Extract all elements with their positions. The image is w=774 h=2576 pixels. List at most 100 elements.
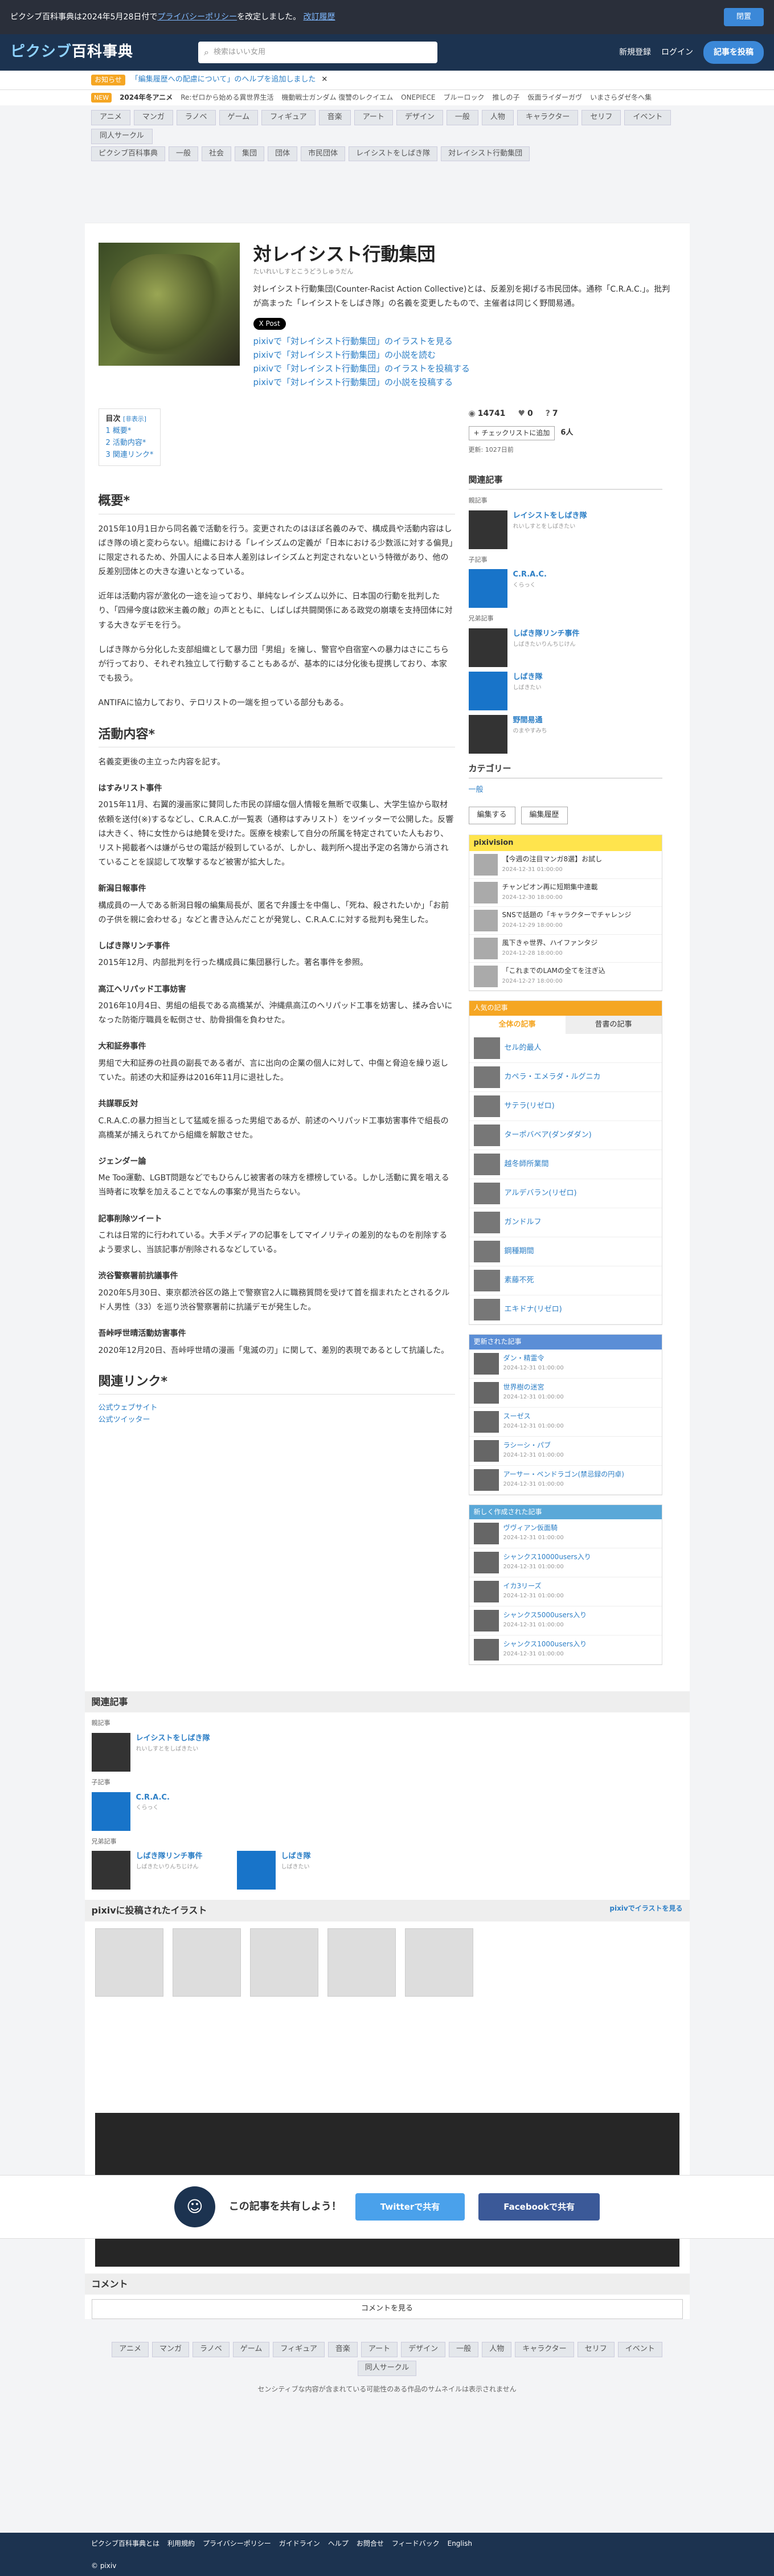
- footer-link[interactable]: フィードバック: [392, 2538, 440, 2549]
- related-item[interactable]: C.R.A.C. くらっく: [91, 1792, 683, 1831]
- x-post-button[interactable]: X Post: [253, 317, 286, 330]
- category-tab[interactable]: 一般: [446, 109, 478, 125]
- tab-all[interactable]: 全体の記事: [469, 1015, 566, 1035]
- illust-more-link[interactable]: pixivでイラストを見る: [609, 1903, 682, 1918]
- search-box[interactable]: ⌕ 検索はいい女用: [198, 42, 437, 63]
- external-link[interactable]: 公式ウェブサイト: [99, 1404, 158, 1412]
- search-input[interactable]: 検索はいい女用: [214, 47, 265, 59]
- category-tab[interactable]: 音楽: [318, 109, 351, 125]
- popular-item[interactable]: アルデバラン(リゼロ): [469, 1179, 662, 1209]
- pixivision-item[interactable]: 風下きゃ世界、ハイファンタジ 2024-12-28 18:00:00: [469, 935, 662, 963]
- category-tab[interactable]: 音楽: [327, 2342, 358, 2357]
- footer-link[interactable]: ピクシブ百科事典とは: [91, 2538, 159, 2549]
- popular-item[interactable]: サテラ(リゼロ): [469, 1092, 662, 1122]
- facebook-share-button[interactable]: Facebookで共有: [478, 2193, 600, 2221]
- new-item[interactable]: シャンクス10000users入り 2024-12-31 01:00:00: [469, 1548, 662, 1577]
- privacy-policy-link[interactable]: プライバシーポリシー: [157, 13, 237, 22]
- trend-item[interactable]: ブルーロック: [444, 92, 485, 103]
- popular-item[interactable]: セル的最人: [469, 1034, 662, 1064]
- category-tab[interactable]: 人物: [482, 2342, 512, 2357]
- category-tab[interactable]: ゲーム: [232, 2342, 270, 2357]
- trend-item[interactable]: いまさらダゼ冬へ集: [590, 92, 652, 103]
- category-tab[interactable]: アニメ: [112, 2342, 149, 2357]
- site-logo[interactable]: ピクシブ百科事典: [10, 40, 198, 64]
- related-item[interactable]: 野間易通 のまやすみち: [468, 715, 662, 754]
- external-link[interactable]: 公式ツイッター: [99, 1416, 150, 1424]
- close-icon[interactable]: ✕: [321, 74, 327, 86]
- like-count[interactable]: ♥ 0: [518, 407, 533, 420]
- popular-item[interactable]: 鋼種期間: [469, 1237, 662, 1267]
- pixiv-link[interactable]: pixivで「対レイシスト行動集団」の小説を読む: [253, 348, 676, 362]
- pixiv-link[interactable]: pixivで「対レイシスト行動集団」のイラストを投稿する: [253, 362, 676, 375]
- pixivision-item[interactable]: 【今週の注目マンガ8選】お試し 2024-12-31 01:00:00: [469, 851, 662, 880]
- popular-item[interactable]: 素藤不死: [469, 1266, 662, 1296]
- updated-item[interactable]: スーゼス 2024-12-31 01:00:00: [469, 1408, 662, 1437]
- question-count[interactable]: ? 7: [546, 407, 558, 420]
- category-tab[interactable]: フィギュア: [273, 2342, 325, 2357]
- popular-item[interactable]: エキドナ(リゼロ): [469, 1295, 662, 1325]
- trend-item[interactable]: 機動戦士ガンダム 復讐のレクイエム: [281, 92, 393, 103]
- category-tab[interactable]: キャラクター: [515, 2342, 574, 2357]
- breadcrumb-item[interactable]: 集団: [235, 146, 265, 162]
- category-tab[interactable]: ゲーム: [219, 109, 259, 125]
- new-item[interactable]: シャンクス5000users入り 2024-12-31 01:00:00: [469, 1606, 662, 1635]
- category-tab[interactable]: アート: [354, 109, 393, 125]
- category-tab[interactable]: アート: [361, 2342, 398, 2357]
- twitter-share-button[interactable]: Twitterで共有: [355, 2193, 465, 2221]
- related-item[interactable]: しばき隊リンチ事件 しばきたいりんちじけん: [468, 628, 662, 668]
- category-tab[interactable]: 同人サークル: [91, 128, 153, 144]
- related-item[interactable]: C.R.A.C. くらっく: [468, 569, 662, 608]
- pixivision-item[interactable]: SNSで話題の「キャラクターでチャレンジ 2024-12-29 18:00:00: [469, 907, 662, 935]
- trend-item[interactable]: Re:ゼロから始める異世界生活: [181, 92, 273, 103]
- footer-link[interactable]: ガイドライン: [279, 2538, 320, 2549]
- history-link[interactable]: 改訂履歴: [304, 13, 335, 22]
- category-tab[interactable]: マンガ: [152, 2342, 190, 2357]
- category-tab[interactable]: アニメ: [91, 109, 130, 125]
- category-tab[interactable]: ラノベ: [176, 109, 216, 125]
- popular-item[interactable]: ターポバベア(ダンダダン): [469, 1121, 662, 1151]
- category-tab[interactable]: デザイン: [401, 2342, 446, 2357]
- new-item[interactable]: ヴヴィアン仮面騎 2024-12-31 01:00:00: [469, 1519, 662, 1548]
- category-tab[interactable]: 人物: [481, 109, 514, 125]
- category-tab[interactable]: セリフ: [577, 2342, 615, 2357]
- footer-link[interactable]: 利用規約: [167, 2538, 195, 2549]
- breadcrumb-item[interactable]: 一般: [169, 146, 199, 162]
- footer-link[interactable]: お問合せ: [357, 2538, 384, 2549]
- category-tab[interactable]: イベント: [617, 2342, 662, 2357]
- category-link[interactable]: 一般: [469, 786, 484, 794]
- popular-item[interactable]: カペラ・エメラダ・ルグニカ: [469, 1063, 662, 1093]
- breadcrumb-item[interactable]: 対レイシスト行動集団: [441, 146, 530, 162]
- related-item[interactable]: しばき隊 しばきたい: [468, 672, 662, 711]
- related-item[interactable]: レイシストをしばき隊 れいしすとをしばきたい: [91, 1733, 683, 1772]
- category-tab[interactable]: セリフ: [581, 109, 621, 125]
- category-tab[interactable]: ラノベ: [193, 2342, 230, 2357]
- notice-link[interactable]: 「編集履歴への配慮について」のヘルプを追加しました: [131, 74, 316, 86]
- toc-item[interactable]: 1 概要*: [106, 427, 132, 435]
- new-item[interactable]: シャンクス1000users入り 2024-12-31 01:00:00: [469, 1635, 662, 1665]
- close-announcement-button[interactable]: 閉置: [723, 7, 764, 27]
- updated-item[interactable]: 世界樹の迷宮 2024-12-31 01:00:00: [469, 1379, 662, 1408]
- illust-thumb[interactable]: [172, 1928, 241, 1997]
- popular-item[interactable]: ガンドルフ: [469, 1208, 662, 1238]
- illust-thumb[interactable]: [404, 1928, 473, 1997]
- toc-item[interactable]: 2 活動内容*: [106, 439, 146, 447]
- updated-item[interactable]: ダン・精霊令 2024-12-31 01:00:00: [469, 1350, 662, 1379]
- history-button[interactable]: 編集履歴: [521, 806, 568, 824]
- signup-link[interactable]: 新規登録: [619, 46, 651, 59]
- pixiv-link[interactable]: pixivで「対レイシスト行動集団」のイラストを見る: [253, 334, 676, 348]
- tab-other[interactable]: 昔書の記事: [565, 1015, 662, 1035]
- related-item[interactable]: しばき隊 しばきたい: [236, 1851, 311, 1890]
- updated-item[interactable]: アーサー・ペンドラゴン(禁忌録の円卓) 2024-12-31 01:00:00: [469, 1466, 662, 1495]
- trend-item[interactable]: ONEPIECE: [401, 92, 435, 103]
- pixiv-link[interactable]: pixivで「対レイシスト行動集団」の小説を投稿する: [253, 375, 676, 389]
- footer-link[interactable]: ヘルプ: [328, 2538, 349, 2549]
- breadcrumb-item[interactable]: 社会: [202, 146, 232, 162]
- category-tab[interactable]: 一般: [449, 2342, 479, 2357]
- login-link[interactable]: ログイン: [661, 46, 693, 59]
- illust-thumb[interactable]: [327, 1928, 396, 1997]
- new-item[interactable]: イカ3リーズ 2024-12-31 01:00:00: [469, 1577, 662, 1606]
- toc-item[interactable]: 3 関連リンク*: [106, 451, 154, 459]
- footer-link[interactable]: プライバシーポリシー: [203, 2538, 271, 2549]
- category-tab[interactable]: イベント: [624, 109, 671, 125]
- related-item[interactable]: レイシストをしばき隊 れいしすとをしばきたい: [468, 510, 662, 549]
